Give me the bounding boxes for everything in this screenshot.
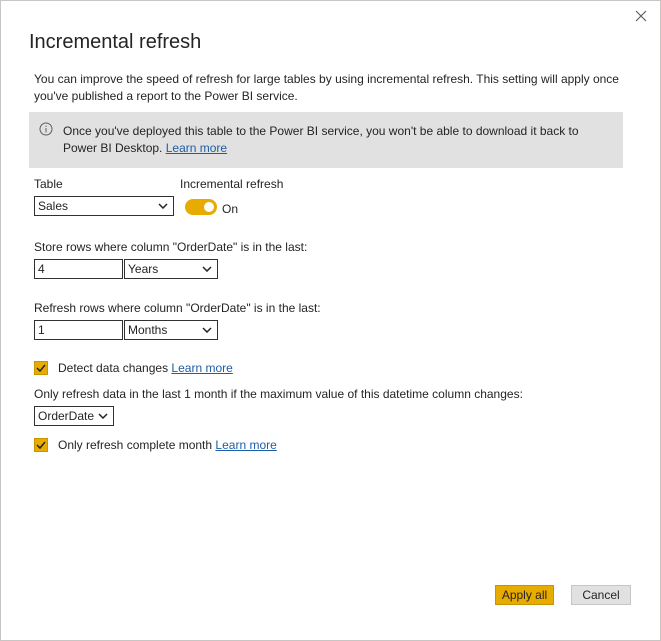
complete-month-label: Only refresh complete month <box>58 438 213 452</box>
detect-learn-more-link[interactable]: Learn more <box>171 361 232 375</box>
info-banner: Once you've deployed this table to the P… <box>29 112 623 168</box>
refresh-unit-value: Months <box>128 323 168 337</box>
checkmark-icon <box>36 441 46 449</box>
info-text: Once you've deployed this table to the P… <box>63 123 613 157</box>
checkmark-icon <box>36 364 46 372</box>
info-message: Once you've deployed this table to the P… <box>63 124 579 155</box>
info-learn-more-link[interactable]: Learn more <box>166 141 227 155</box>
refresh-unit-select[interactable]: Months <box>124 320 218 340</box>
datetime-column-select[interactable]: OrderDate <box>34 406 114 426</box>
cancel-button[interactable]: Cancel <box>571 585 631 605</box>
complete-month-checkbox[interactable] <box>34 438 48 452</box>
toggle-knob <box>204 202 214 212</box>
complete-month-text: Only refresh complete month Learn more <box>58 438 277 452</box>
detect-changes-checkbox[interactable] <box>34 361 48 375</box>
complete-learn-more-link[interactable]: Learn more <box>215 438 276 452</box>
incremental-refresh-toggle[interactable] <box>185 199 217 215</box>
close-button[interactable] <box>630 5 652 27</box>
store-rows-label: Store rows where column "OrderDate" is i… <box>34 240 308 254</box>
apply-all-button[interactable]: Apply all <box>495 585 554 605</box>
close-icon <box>635 10 647 22</box>
chevron-down-icon <box>200 262 214 276</box>
table-select[interactable]: Sales <box>34 196 174 216</box>
chevron-down-icon <box>156 199 170 213</box>
info-icon <box>39 122 53 136</box>
store-unit-select[interactable]: Years <box>124 259 218 279</box>
refresh-period-input[interactable]: 1 <box>34 320 123 340</box>
dialog-title: Incremental refresh <box>29 31 202 53</box>
incremental-refresh-label: Incremental refresh <box>180 177 284 191</box>
detect-changes-label: Detect data changes <box>58 361 169 375</box>
chevron-down-icon <box>200 323 214 337</box>
dialog-description: You can improve the speed of refresh for… <box>34 72 619 103</box>
toggle-state-label: On <box>222 202 239 216</box>
detect-changes-text: Detect data changes Learn more <box>58 361 233 375</box>
store-unit-value: Years <box>128 262 159 276</box>
refresh-rows-label: Refresh rows where column "OrderDate" is… <box>34 301 321 315</box>
incremental-refresh-dialog: Incremental refresh You can improve the … <box>0 0 661 641</box>
datetime-column-value: OrderDate <box>38 409 95 423</box>
table-label: Table <box>34 177 63 191</box>
store-period-input[interactable]: 4 <box>34 259 123 279</box>
datetime-column-label: Only refresh data in the last 1 month if… <box>34 387 523 401</box>
table-selected-value: Sales <box>38 199 69 213</box>
chevron-down-icon <box>96 409 110 423</box>
